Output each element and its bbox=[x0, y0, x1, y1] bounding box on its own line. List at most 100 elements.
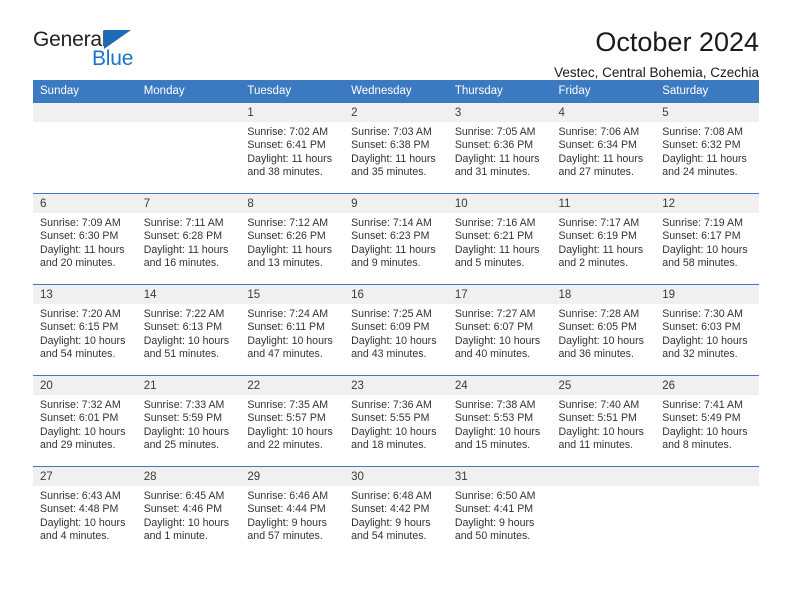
detail-daylight-1-text: Daylight: 10 hours bbox=[558, 334, 644, 347]
detail-sunset-text: Sunset: 6:21 PM bbox=[454, 230, 534, 243]
calendar-day-cell[interactable]: 10 Sunrise: 7:16 AM Sunset: 6:21 PM Dayligh… bbox=[447, 193, 552, 285]
weekday-header-wednesday: Wednesday bbox=[344, 80, 448, 103]
day-number bbox=[33, 103, 137, 122]
calendar-day-cell[interactable]: 4 Sunrise: 7:06 AM Sunset: 6:34 PM Daylight… bbox=[551, 102, 656, 194]
detail-sunrise-text: Sunrise: 7:38 AM bbox=[454, 399, 536, 411]
calendar-day-cell[interactable]: 17 Sunrise: 7:27 AM Sunset: 6:07 PM Dayligh… bbox=[447, 284, 552, 376]
day-number: 8 bbox=[240, 194, 345, 213]
calendar-day-cell[interactable]: 16 Sunrise: 7:25 AM Sunset: 6:09 PM Dayligh… bbox=[344, 284, 448, 376]
calendar-day-cell[interactable]: 8 Sunrise: 7:12 AM Sunset: 6:26 PM Daylight… bbox=[240, 193, 345, 285]
sunrise-sunset-calendar: Sunday Monday Tuesday Wednesday Thursday… bbox=[33, 80, 759, 557]
detail-sunset-text: Sunset: 4:48 PM bbox=[40, 503, 119, 516]
detail-sunset-text: Sunset: 4:42 PM bbox=[351, 503, 430, 516]
detail-sunrise-text: Sunrise: 6:46 AM bbox=[247, 490, 329, 502]
detail-daylight-1-text: Daylight: 10 hours bbox=[351, 334, 437, 347]
calendar-day-cell[interactable]: 11 Sunrise: 7:17 AM Sunset: 6:19 PM Dayligh… bbox=[551, 193, 656, 285]
detail-sunrise-text: Sunrise: 7:08 AM bbox=[662, 126, 743, 138]
calendar-day-cell[interactable]: 30 Sunrise: 6:48 AM Sunset: 4:42 PM Dayligh… bbox=[344, 466, 448, 557]
detail-sunset-text: Sunset: 4:46 PM bbox=[143, 503, 223, 516]
detail-daylight-2-text: and 25 minutes. bbox=[143, 439, 220, 452]
detail-daylight-2-text: and 51 minutes. bbox=[143, 348, 220, 361]
calendar-day-cell[interactable]: 20 Sunrise: 7:32 AM Sunset: 6:01 PM Dayligh… bbox=[33, 375, 137, 467]
detail-daylight-2-text: and 16 minutes. bbox=[143, 257, 220, 270]
calendar-day-cell[interactable]: 13 Sunrise: 7:20 AM Sunset: 6:15 PM Dayligh… bbox=[33, 284, 137, 376]
calendar-body: 1 Sunrise: 7:02 AM Sunset: 6:41 PM Daylight… bbox=[33, 102, 759, 557]
detail-daylight-1-text: Daylight: 10 hours bbox=[662, 243, 748, 256]
calendar-day-cell[interactable]: 31 Sunrise: 6:50 AM Sunset: 4:41 PM Dayligh… bbox=[447, 466, 552, 557]
calendar-day-cell[interactable]: 14 Sunrise: 7:22 AM Sunset: 6:13 PM Dayligh… bbox=[136, 284, 241, 376]
title-block: October 2024 Vestec, Central Bohemia, Cz… bbox=[554, 26, 759, 84]
calendar-day-cell[interactable]: 22 Sunrise: 7:35 AM Sunset: 5:57 PM Dayligh… bbox=[240, 375, 345, 467]
calendar-day-cell[interactable]: 5 Sunrise: 7:08 AM Sunset: 6:32 PM Daylight… bbox=[655, 102, 759, 194]
calendar-day-cell[interactable]: 9 Sunrise: 7:14 AM Sunset: 6:23 PM Daylight… bbox=[344, 193, 448, 285]
day-details: Sunrise: 7:32 AM Sunset: 6:01 PM Daylight:… bbox=[33, 395, 137, 453]
detail-daylight-2-text: and 43 minutes. bbox=[351, 348, 427, 361]
calendar-day-cell[interactable]: 15 Sunrise: 7:24 AM Sunset: 6:11 PM Dayligh… bbox=[240, 284, 345, 376]
day-details: Sunrise: 7:28 AM Sunset: 6:05 PM Daylight:… bbox=[552, 304, 656, 362]
day-number: 13 bbox=[33, 285, 137, 304]
detail-daylight-1-text: Daylight: 11 hours bbox=[247, 243, 333, 256]
day-number: 17 bbox=[447, 285, 552, 304]
calendar-week-row: 20 Sunrise: 7:32 AM Sunset: 6:01 PM Dayligh… bbox=[33, 375, 759, 467]
detail-daylight-1-text: Daylight: 10 hours bbox=[351, 425, 437, 438]
calendar-day-cell[interactable]: 28 Sunrise: 6:45 AM Sunset: 4:46 PM Dayligh… bbox=[136, 466, 241, 557]
calendar-day-cell[interactable]: 18 Sunrise: 7:28 AM Sunset: 6:05 PM Dayligh… bbox=[551, 284, 656, 376]
detail-daylight-2-text: and 50 minutes. bbox=[454, 530, 531, 543]
calendar-day-cell[interactable]: 1 Sunrise: 7:02 AM Sunset: 6:41 PM Daylight… bbox=[240, 102, 345, 194]
calendar-day-cell[interactable]: 21 Sunrise: 7:33 AM Sunset: 5:59 PM Dayligh… bbox=[136, 375, 241, 467]
day-number: 10 bbox=[447, 194, 552, 213]
calendar-day-cell[interactable]: 6 Sunrise: 7:09 AM Sunset: 6:30 PM Daylight… bbox=[33, 193, 137, 285]
detail-sunrise-text: Sunrise: 7:03 AM bbox=[351, 126, 432, 138]
day-number: 7 bbox=[136, 194, 241, 213]
detail-daylight-1-text: Daylight: 9 hours bbox=[247, 516, 327, 529]
calendar-day-cell[interactable]: 3 Sunrise: 7:05 AM Sunset: 6:36 PM Daylight… bbox=[447, 102, 552, 194]
detail-sunrise-text: Sunrise: 7:05 AM bbox=[454, 126, 536, 138]
detail-daylight-1-text: Daylight: 11 hours bbox=[351, 152, 436, 165]
day-number: 30 bbox=[344, 467, 448, 486]
calendar-day-cell[interactable]: 19 Sunrise: 7:30 AM Sunset: 6:03 PM Dayligh… bbox=[655, 284, 759, 376]
detail-daylight-1-text: Daylight: 9 hours bbox=[454, 516, 535, 529]
detail-sunset-text: Sunset: 5:49 PM bbox=[662, 412, 741, 425]
day-number bbox=[655, 467, 759, 486]
day-number: 26 bbox=[655, 376, 759, 395]
detail-sunrise-text: Sunrise: 7:22 AM bbox=[143, 308, 225, 320]
weekday-header-monday: Monday bbox=[136, 80, 241, 103]
calendar-week-row: 27 Sunrise: 6:43 AM Sunset: 4:48 PM Dayligh… bbox=[33, 466, 759, 557]
detail-daylight-2-text: and 36 minutes. bbox=[558, 348, 634, 361]
day-number: 23 bbox=[344, 376, 448, 395]
day-details: Sunrise: 7:25 AM Sunset: 6:09 PM Daylight:… bbox=[344, 304, 448, 362]
day-details: Sunrise: 7:05 AM Sunset: 6:36 PM Daylight:… bbox=[448, 122, 552, 180]
detail-sunset-text: Sunset: 5:53 PM bbox=[454, 412, 534, 425]
calendar-day-cell[interactable]: 23 Sunrise: 7:36 AM Sunset: 5:55 PM Dayligh… bbox=[344, 375, 448, 467]
calendar-day-cell[interactable]: 7 Sunrise: 7:11 AM Sunset: 6:28 PM Daylight… bbox=[136, 193, 241, 285]
detail-daylight-1-text: Daylight: 10 hours bbox=[143, 425, 230, 438]
day-number: 28 bbox=[136, 467, 241, 486]
detail-daylight-1-text: Daylight: 11 hours bbox=[558, 152, 644, 165]
day-details: Sunrise: 7:09 AM Sunset: 6:30 PM Daylight:… bbox=[33, 213, 137, 271]
day-number: 25 bbox=[551, 376, 656, 395]
detail-daylight-1-text: Daylight: 10 hours bbox=[143, 334, 230, 347]
detail-sunrise-text: Sunrise: 7:30 AM bbox=[662, 308, 743, 320]
detail-sunset-text: Sunset: 5:59 PM bbox=[143, 412, 223, 425]
general-blue-logo[interactable]: General Blue bbox=[33, 26, 153, 76]
detail-sunrise-text: Sunrise: 6:43 AM bbox=[40, 490, 121, 502]
detail-sunrise-text: Sunrise: 7:11 AM bbox=[143, 217, 224, 229]
logo-text-blue: Blue bbox=[92, 47, 134, 70]
detail-daylight-1-text: Daylight: 10 hours bbox=[454, 334, 541, 347]
detail-daylight-2-text: and 24 minutes. bbox=[662, 166, 738, 179]
day-details: Sunrise: 7:16 AM Sunset: 6:21 PM Daylight:… bbox=[448, 213, 552, 271]
day-number: 11 bbox=[551, 194, 656, 213]
page-title: October 2024 bbox=[595, 27, 759, 57]
calendar-day-cell[interactable]: 27 Sunrise: 6:43 AM Sunset: 4:48 PM Dayligh… bbox=[33, 466, 137, 557]
calendar-day-cell[interactable]: 2 Sunrise: 7:03 AM Sunset: 6:38 PM Daylight… bbox=[344, 102, 448, 194]
detail-sunset-text: Sunset: 6:30 PM bbox=[40, 230, 119, 243]
calendar-day-cell[interactable]: 29 Sunrise: 6:46 AM Sunset: 4:44 PM Dayligh… bbox=[240, 466, 345, 557]
detail-daylight-1-text: Daylight: 10 hours bbox=[662, 425, 748, 438]
detail-sunrise-text: Sunrise: 7:20 AM bbox=[40, 308, 121, 320]
calendar-day-cell[interactable]: 12 Sunrise: 7:19 AM Sunset: 6:17 PM Dayligh… bbox=[655, 193, 759, 285]
calendar-day-cell[interactable]: 25 Sunrise: 7:40 AM Sunset: 5:51 PM Dayligh… bbox=[551, 375, 656, 467]
calendar-day-cell[interactable]: 24 Sunrise: 7:38 AM Sunset: 5:53 PM Dayligh… bbox=[447, 375, 552, 467]
weekday-header-sunday: Sunday bbox=[33, 80, 137, 103]
calendar-day-cell[interactable]: 26 Sunrise: 7:41 AM Sunset: 5:49 PM Dayligh… bbox=[655, 375, 759, 467]
day-number: 22 bbox=[240, 376, 345, 395]
